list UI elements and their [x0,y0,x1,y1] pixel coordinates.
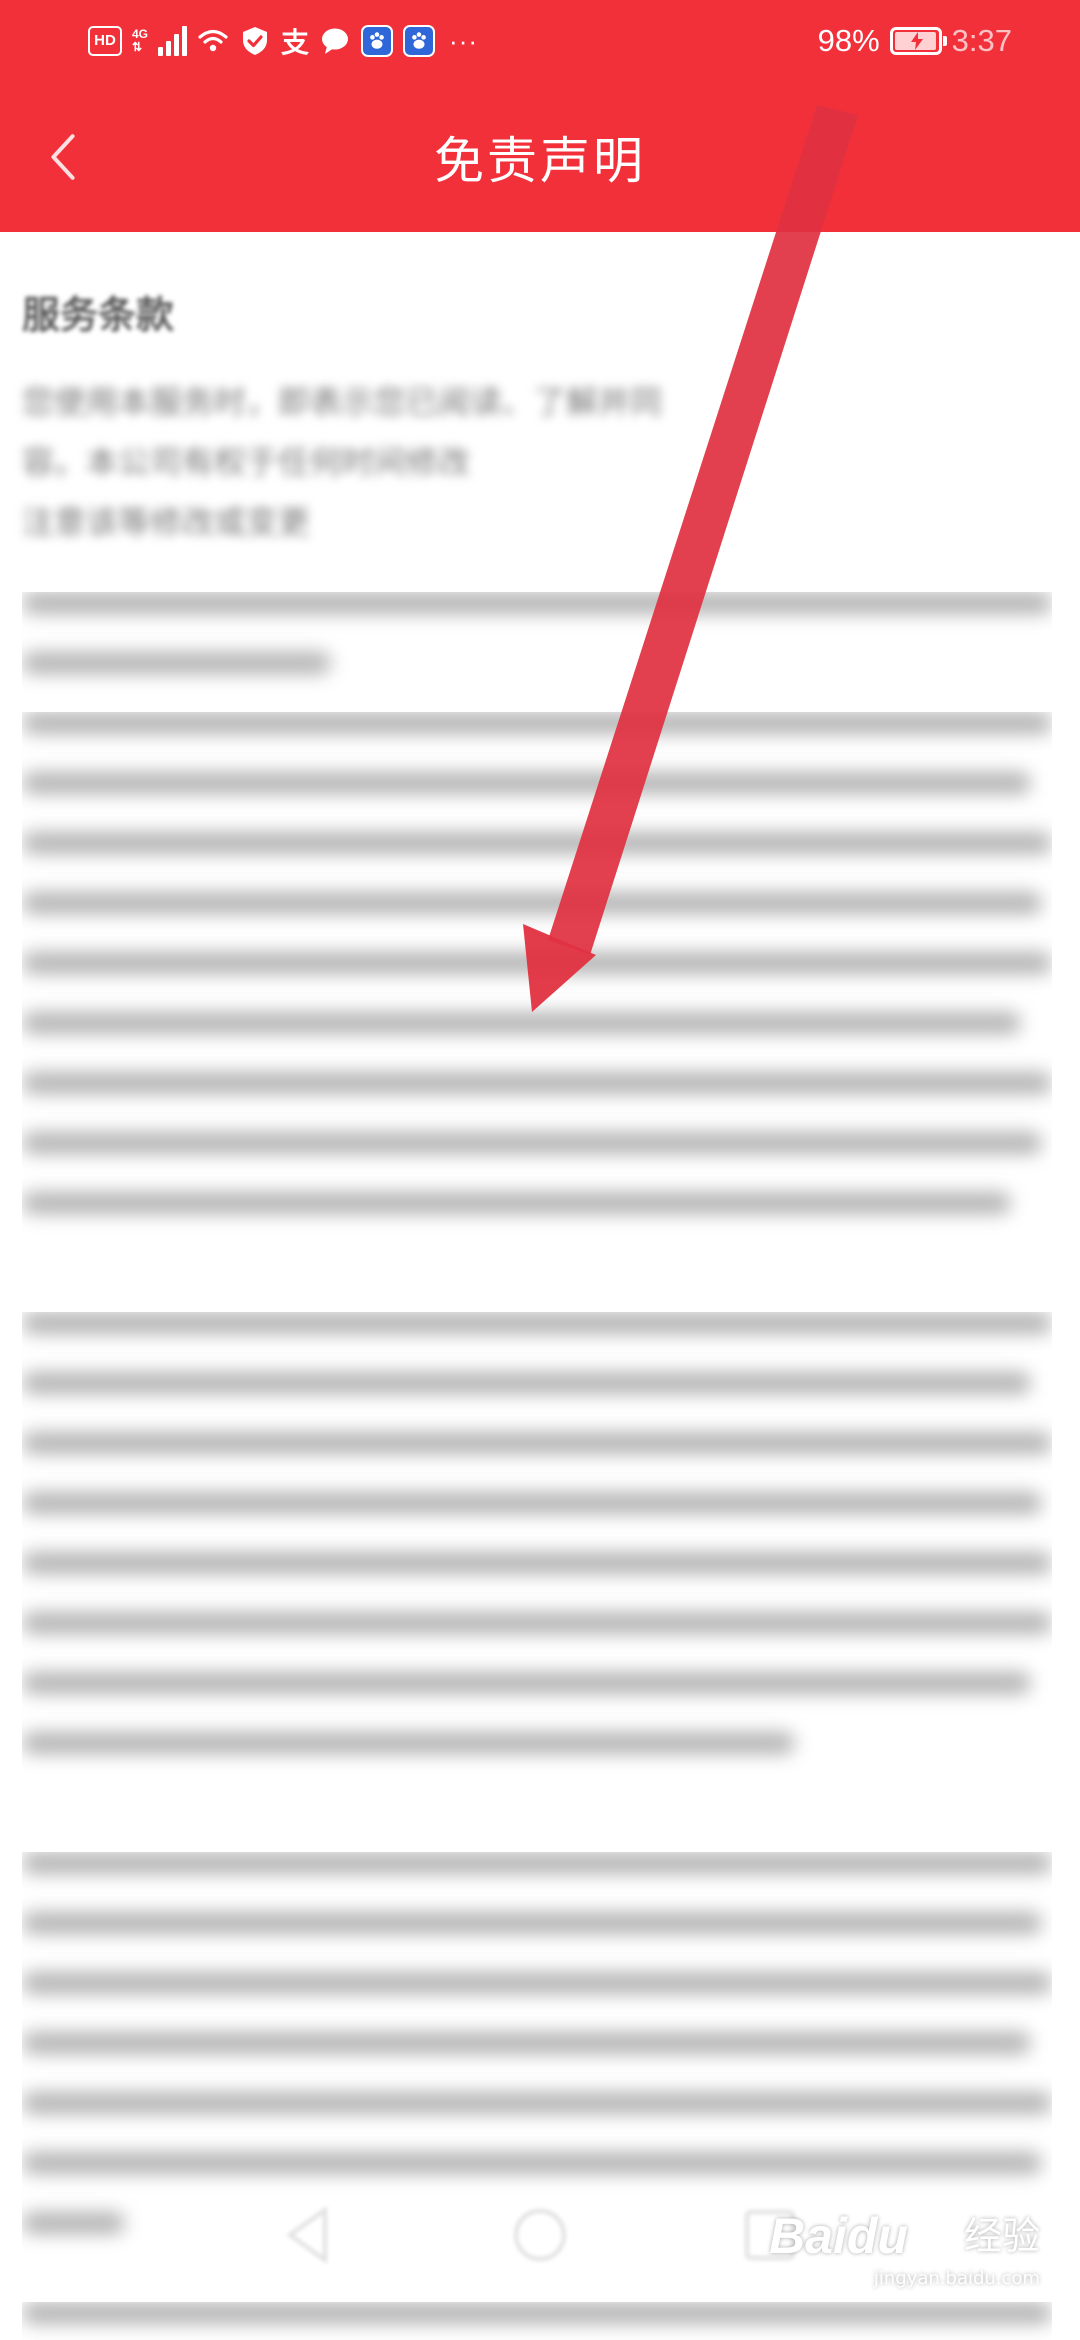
baidu-app-icon-2 [403,25,436,57]
network-arrows-icon: ⇅ [132,40,143,54]
page-title: 免责声明 [434,132,646,190]
hd-badge: HD [88,26,122,56]
blurred-paragraph-3 [22,1312,1052,1792]
alipay-icon: 支 [281,26,310,59]
more-notifications-icon: ··· [449,25,479,56]
baidu-app-icon [361,25,394,57]
screen: HD 4G ⇅ 支 ··· 98% 3:37 免责声明 服务条款 您使用本服务时… [0,0,1080,2340]
battery-percent: 98% [817,23,880,58]
text-line-2: 容。本公司有权于任何时间修改 [22,443,471,481]
visible-paragraph: 您使用本服务时，即表示您已阅读、了解并同 容。本公司有权于任何时间修改 注意该等… [22,372,1052,552]
charging-bolt-icon [910,32,923,50]
blurred-paragraph-2 [22,712,1052,1252]
disclaimer-content: 服务条款 您使用本服务时，即表示您已阅读、了解并同 容。本公司有权于任何时间修改… [0,232,1080,2340]
chat-bubble-icon [322,28,349,54]
signal-icon [158,26,188,56]
nav-home-icon[interactable] [505,2200,575,2270]
battery-icon [889,27,947,55]
nav-back-icon[interactable] [275,2200,345,2270]
status-icons-left: HD 4G ⇅ 支 ··· [88,20,478,62]
app-bar: 免责声明 [0,82,1080,232]
network-type-icon: 4G ⇅ [132,28,148,54]
status-icons-right: 98% 3:37 [818,18,1012,64]
top-bar: HD 4G ⇅ 支 ··· 98% 3:37 免责声明 [0,0,1080,232]
blurred-paragraph-5 [22,2302,1052,2340]
clock: 3:37 [951,23,1012,58]
wifi-icon [198,29,228,52]
watermark-logo: Baidu [769,2208,908,2264]
section-heading: 服务条款 [22,293,175,337]
watermark-label: 经验 [963,2214,1040,2258]
shield-check-icon [243,27,268,55]
watermark-url: jingyan.baidu.com [873,2268,1040,2289]
blurred-paragraph-1 [22,592,1052,712]
baidu-paw-icon [920,2221,952,2258]
text-line-1: 您使用本服务时，即表示您已阅读、了解并同 [22,383,663,421]
baidu-jingyan-watermark: Baidu 经验 jingyan.baidu.com [769,2208,1040,2289]
text-line-3: 注意该等修改或变更 [22,503,311,541]
status-bar: HD 4G ⇅ 支 ··· 98% 3:37 [0,0,1080,82]
